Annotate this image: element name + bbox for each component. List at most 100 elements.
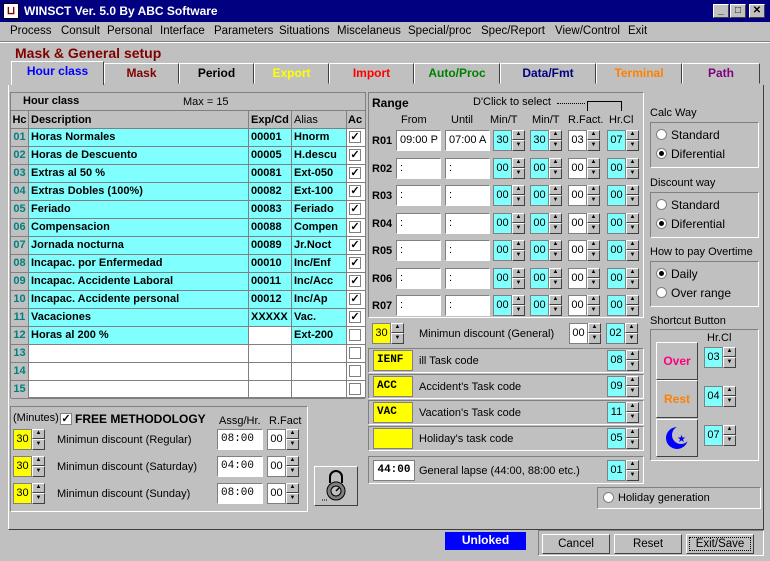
row-alias[interactable]: Hnorm <box>292 129 347 147</box>
tab-export[interactable]: Export <box>254 63 329 84</box>
spinner-value[interactable]: 00 <box>267 483 286 504</box>
spin-up-icon[interactable]: ▲ <box>626 376 639 386</box>
tab-mask[interactable]: Mask <box>104 63 179 84</box>
task-code-input[interactable]: ACC <box>373 376 413 397</box>
spin-up-icon[interactable]: ▲ <box>723 386 736 396</box>
shortcut-over-button[interactable]: Over <box>656 342 698 380</box>
range-mint2-spinner[interactable]: 00 ▲ ▼ <box>530 240 562 261</box>
range-from-input[interactable]: : <box>396 267 441 289</box>
spin-up-icon[interactable]: ▲ <box>626 267 639 278</box>
row-hc[interactable]: 09 <box>11 273 29 291</box>
spin-down-icon[interactable]: ▼ <box>626 140 639 151</box>
spinner-value[interactable]: 30 <box>493 130 512 151</box>
tab-auto-proc[interactable]: Auto/Proc <box>414 63 500 84</box>
row-alias[interactable]: Ext-100 <box>292 183 347 201</box>
row-description[interactable]: Extras Dobles (100%) <box>29 183 249 201</box>
menu-situations[interactable]: Situations <box>279 25 330 37</box>
row-expcd[interactable]: 00083 <box>249 201 292 219</box>
row-expcd[interactable]: 00082 <box>249 183 292 201</box>
col-header-ac[interactable]: Ac <box>347 111 365 129</box>
row-alias[interactable]: Jr.Noct <box>292 237 347 255</box>
reset-button[interactable]: Reset <box>614 534 682 554</box>
spinner-value[interactable]: 00 <box>568 295 587 316</box>
row-description[interactable] <box>29 363 249 381</box>
range-rfact-spinner[interactable]: 00 ▲ ▼ <box>568 267 600 289</box>
range-mint2-spinner[interactable]: 30 ▲ ▼ <box>530 130 562 151</box>
row-alias[interactable]: Inc/Enf <box>292 255 347 273</box>
menu-special-proc[interactable]: Special/proc <box>408 25 471 37</box>
exit-save-button[interactable]: Exit/Save <box>686 534 754 554</box>
menu-view-control[interactable]: View/Control <box>555 25 620 37</box>
spinner-value[interactable]: 00 <box>493 295 512 316</box>
spinner-value[interactable]: 11 <box>607 402 626 423</box>
menu-personal[interactable]: Personal <box>107 25 152 37</box>
row-expcd[interactable] <box>249 363 292 381</box>
spinner-value[interactable]: 07 <box>607 130 626 151</box>
row-active-checkbox[interactable]: ✓ <box>349 131 361 143</box>
row-description[interactable]: Incapac. Accidente Laboral <box>29 273 249 291</box>
overtime-over-range-radio[interactable] <box>656 287 667 298</box>
menu-miscelaneus[interactable]: Miscelaneus <box>337 25 401 37</box>
range-until-input[interactable]: : <box>445 157 490 179</box>
spin-down-icon[interactable]: ▼ <box>626 470 639 481</box>
spin-down-icon[interactable]: ▼ <box>626 167 639 179</box>
spin-up-icon[interactable]: ▲ <box>512 185 525 195</box>
range-hrcl-spinner[interactable]: 00 ▲ ▼ <box>607 157 639 179</box>
spinner-value[interactable]: 30 <box>13 483 32 504</box>
row-expcd[interactable]: 00088 <box>249 219 292 237</box>
range-from-input[interactable]: : <box>396 240 441 261</box>
row-expcd[interactable]: 00089 <box>249 237 292 255</box>
holiday-generation-radio[interactable] <box>603 492 614 503</box>
spinner-value[interactable]: 00 <box>569 323 588 344</box>
range-hrcl-spinner[interactable]: 07 ▲ ▼ <box>607 130 639 151</box>
general-lapse-spinner[interactable]: 01 ▲ ▼ <box>607 460 639 481</box>
row-hc[interactable]: 12 <box>11 327 29 345</box>
tab-hour-class[interactable]: Hour class <box>11 61 104 85</box>
row-alias[interactable]: Ext-200 <box>292 327 347 345</box>
row-description[interactable]: Feriado <box>29 201 249 219</box>
range-mint1-spinner[interactable]: 00 ▲ ▼ <box>493 267 525 289</box>
row-hc[interactable]: 14 <box>11 363 29 381</box>
spin-down-icon[interactable]: ▼ <box>32 493 45 504</box>
row-description[interactable] <box>29 381 249 399</box>
spin-down-icon[interactable]: ▼ <box>587 277 600 289</box>
rfact-spinner[interactable]: 00 ▲ ▼ <box>267 483 299 504</box>
row-expcd[interactable] <box>249 327 292 345</box>
row-description[interactable]: Incapac. Accidente personal <box>29 291 249 309</box>
spinner-value[interactable]: 03 <box>704 347 723 368</box>
spin-up-icon[interactable]: ▲ <box>549 295 562 305</box>
col-header-expcd[interactable]: Exp/Cd <box>249 111 292 129</box>
min-discount-spinner[interactable]: 30 ▲ ▼ <box>13 483 45 504</box>
free-methodology-checkbox[interactable]: ✓ <box>60 413 72 425</box>
app-icon[interactable]: ⊔ <box>3 3 19 19</box>
spin-down-icon[interactable]: ▼ <box>549 195 562 206</box>
range-rfact-spinner[interactable]: 00 ▲ ▼ <box>568 240 600 261</box>
spin-down-icon[interactable]: ▼ <box>549 277 562 289</box>
row-description[interactable]: Incapac. por Enfermedad <box>29 255 249 273</box>
range-rfact-spinner[interactable]: 00 ▲ ▼ <box>568 157 600 179</box>
spin-down-icon[interactable]: ▼ <box>32 439 45 450</box>
close-icon[interactable]: ✕ <box>749 4 765 18</box>
spin-down-icon[interactable]: ▼ <box>625 333 638 344</box>
range-mint1-spinner[interactable]: 00 ▲ ▼ <box>493 157 525 179</box>
range-rfact-spinner[interactable]: 03 ▲ ▼ <box>568 130 600 151</box>
task-code-input[interactable]: IENF <box>373 350 413 371</box>
spin-up-icon[interactable]: ▲ <box>32 456 45 466</box>
spinner-value[interactable]: 00 <box>493 267 512 289</box>
spinner-value[interactable]: 02 <box>606 323 625 344</box>
spin-up-icon[interactable]: ▲ <box>587 130 600 140</box>
general-lapse-input[interactable]: 44:00 <box>373 460 415 481</box>
spin-up-icon[interactable]: ▲ <box>512 212 525 223</box>
menu-interface[interactable]: Interface <box>160 25 205 37</box>
row-description[interactable]: Compensacion <box>29 219 249 237</box>
spinner-value[interactable]: 00 <box>607 212 626 234</box>
spinner-value[interactable]: 00 <box>568 157 587 179</box>
range-mint2-spinner[interactable]: 00 ▲ ▼ <box>530 212 562 234</box>
spin-down-icon[interactable]: ▼ <box>549 305 562 316</box>
spin-down-icon[interactable]: ▼ <box>587 222 600 234</box>
assg-hr-input[interactable]: 04:00 <box>217 456 263 477</box>
row-description[interactable]: Horas al 200 % <box>29 327 249 345</box>
spinner-value[interactable]: 00 <box>493 185 512 206</box>
spinner-value[interactable]: 08 <box>607 350 626 371</box>
min-discount-spinner[interactable]: 30 ▲ ▼ <box>13 456 45 477</box>
